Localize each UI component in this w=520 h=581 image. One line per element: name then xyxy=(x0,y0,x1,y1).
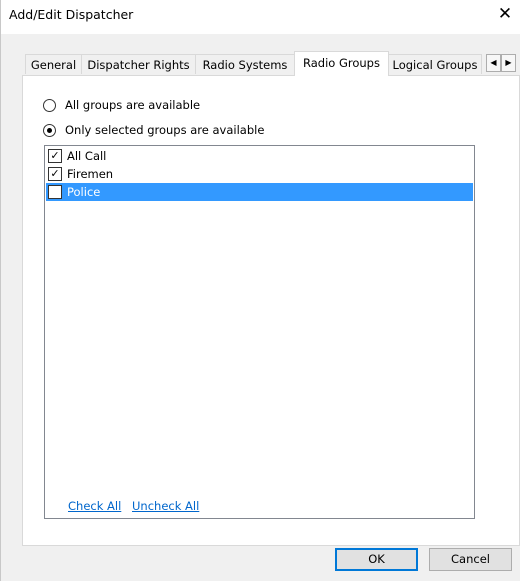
tab-scroll-left-icon[interactable]: ◀ xyxy=(486,54,501,72)
check-all-link[interactable]: Check All xyxy=(68,499,121,513)
radio-checked-icon[interactable] xyxy=(43,124,56,137)
window-title: Add/Edit Dispatcher xyxy=(9,7,134,22)
list-item-selected[interactable]: Police xyxy=(46,183,473,201)
checkbox-checked-icon[interactable]: ✓ xyxy=(48,149,62,163)
tab-dispatcher-rights[interactable]: Dispatcher Rights xyxy=(81,54,196,74)
add-edit-dispatcher-dialog: Add/Edit Dispatcher ✕ General Dispatcher… xyxy=(0,0,520,581)
uncheck-all-link[interactable]: Uncheck All xyxy=(132,499,199,513)
list-item-label: All Call xyxy=(67,149,107,163)
list-item[interactable]: ✓ Firemen xyxy=(46,165,473,183)
dialog-client-area: General Dispatcher Rights Radio Systems … xyxy=(1,34,520,581)
radio-all-groups-label: All groups are available xyxy=(65,98,201,112)
list-item-label: Firemen xyxy=(67,167,114,181)
tab-general[interactable]: General xyxy=(25,54,82,74)
tab-logical-groups[interactable]: Logical Groups xyxy=(388,54,482,74)
radio-groups-list[interactable]: ✓ All Call ✓ Firemen Police xyxy=(44,145,475,519)
radio-selected-groups-label: Only selected groups are available xyxy=(65,123,265,137)
ok-button[interactable]: OK xyxy=(335,548,418,571)
cancel-button[interactable]: Cancel xyxy=(429,548,512,571)
tab-scroll-right-icon[interactable]: ▶ xyxy=(501,54,516,72)
title-bar[interactable]: Add/Edit Dispatcher ✕ xyxy=(1,0,520,34)
radio-dot-icon xyxy=(47,128,52,133)
checkbox-checked-icon[interactable]: ✓ xyxy=(48,167,62,181)
list-item[interactable]: ✓ All Call xyxy=(46,147,473,165)
tab-radio-systems[interactable]: Radio Systems xyxy=(195,54,295,74)
checkbox-unchecked-icon[interactable] xyxy=(48,185,62,199)
tab-radio-groups[interactable]: Radio Groups xyxy=(294,51,389,76)
list-item-label: Police xyxy=(67,185,101,199)
close-icon[interactable]: ✕ xyxy=(490,0,520,32)
radio-unchecked-icon[interactable] xyxy=(43,99,56,112)
